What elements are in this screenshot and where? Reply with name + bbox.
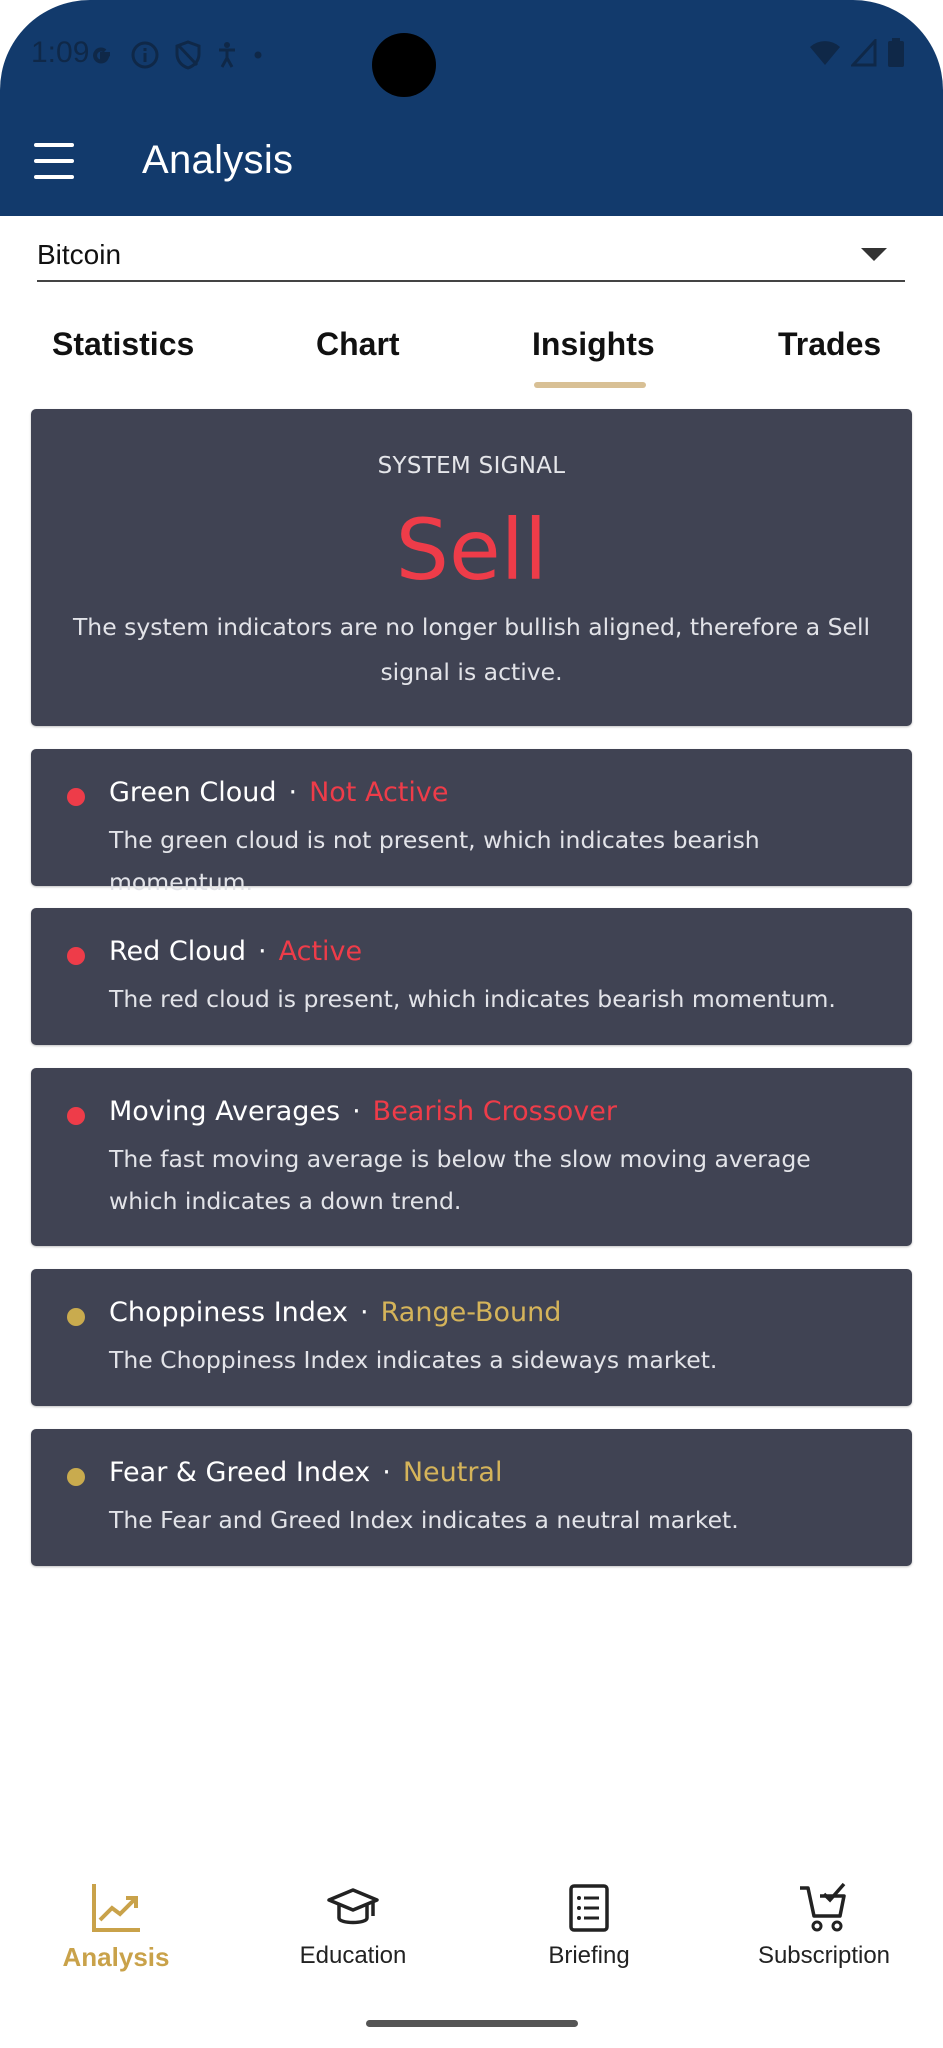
asset-dropdown-value: Bitcoin [37, 239, 122, 270]
indicator-description: The green cloud is not present, which in… [109, 826, 760, 896]
nav-label: Education [299, 1942, 407, 1969]
signal-icon [851, 39, 877, 67]
menu-line [34, 143, 74, 147]
google-icon [93, 47, 110, 64]
indicator-card-moving-averages: Moving Averages · Bearish Crossover The fa… [31, 1068, 912, 1246]
indicator-description: The fast moving average is below the slo… [109, 1145, 811, 1215]
dot-icon [254, 51, 262, 59]
indicator-card-red-cloud: Red Cloud · Active The red cloud is presen… [31, 908, 912, 1045]
bottom-navigation: Analysis Education Briefing Subscription [0, 1880, 943, 2000]
indicator-header: Green Cloud · Not Active [109, 777, 448, 808]
battery-icon [888, 38, 904, 67]
nav-label: Briefing [548, 1942, 630, 1969]
hamburger-menu-icon[interactable] [34, 143, 74, 179]
app-bar: 1:09 Analysis [0, 0, 943, 216]
indicator-status: Not Active [309, 777, 449, 808]
indicator-name: Fear & Greed Index [109, 1457, 371, 1488]
tab-bar: Statistics Chart Insights Trades [0, 316, 943, 390]
indicator-header: Fear & Greed Index · Neutral [109, 1457, 502, 1488]
menu-line [34, 159, 74, 163]
status-dot-icon [67, 947, 85, 965]
tab-trades[interactable]: Trades [778, 326, 881, 363]
indicator-status: Active [278, 936, 363, 967]
indicator-status: Neutral [402, 1457, 503, 1488]
menu-line [34, 175, 74, 179]
indicator-separator: · [288, 777, 298, 808]
indicator-header: Choppiness Index · Range-Bound [109, 1297, 561, 1328]
indicator-name: Choppiness Index [109, 1297, 349, 1328]
document-icon [569, 1884, 609, 1932]
app-screen: 1:09 Analysis Bitcoin Statistics Chart I… [0, 0, 943, 2048]
active-tab-indicator [534, 382, 646, 388]
signal-value: Sell [395, 501, 548, 599]
status-left-icons [88, 38, 264, 72]
shield-icon [175, 40, 201, 70]
tab-statistics[interactable]: Statistics [52, 326, 194, 363]
signal-label: SYSTEM SIGNAL [377, 453, 566, 479]
indicator-description: The Fear and Greed Index indicates a neu… [109, 1506, 739, 1534]
indicator-header: Red Cloud · Active [109, 936, 362, 967]
indicator-status: Bearish Crossover [372, 1096, 617, 1127]
indicator-separator: · [382, 1457, 391, 1488]
indicator-card-green-cloud: Green Cloud · Not Active The green cloud i… [31, 749, 912, 896]
nav-label: Analysis [62, 1942, 170, 1972]
nav-analysis[interactable]: Analysis [16, 1880, 216, 1973]
nav-briefing[interactable]: Briefing [489, 1880, 689, 1970]
status-right-icons [809, 38, 905, 68]
indicator-description: The red cloud is present, which indicate… [109, 985, 836, 1013]
indicator-card-choppiness-index: Choppiness Index · Range-Bound The Choppin… [31, 1269, 912, 1406]
indicator-separator: · [258, 936, 267, 967]
indicator-status: Range-Bound [380, 1297, 562, 1328]
system-signal-card: SYSTEM SIGNAL Sell The system indicators… [31, 409, 912, 726]
dropdown-arrow-icon [861, 248, 887, 261]
info-icon [131, 41, 159, 69]
asset-dropdown[interactable]: Bitcoin [37, 230, 905, 282]
indicator-separator: · [352, 1096, 361, 1127]
status-dot-icon [67, 1308, 85, 1326]
tab-insights[interactable]: Insights [532, 326, 655, 363]
tab-chart[interactable]: Chart [316, 326, 400, 363]
wifi-icon [810, 41, 840, 65]
nav-label: Subscription [757, 1942, 891, 1969]
status-time: 1:09 [31, 36, 90, 69]
status-dot-icon [67, 1107, 85, 1125]
front-camera [372, 33, 436, 97]
status-bar: 1:09 [0, 0, 943, 106]
page-title: Analysis [142, 138, 294, 182]
chart-trend-icon [92, 1884, 140, 1932]
cart-check-icon [800, 1882, 846, 1932]
indicator-name: Green Cloud [109, 777, 277, 808]
nav-education[interactable]: Education [253, 1880, 453, 1970]
indicator-header: Moving Averages · Bearish Crossover [109, 1096, 617, 1127]
indicator-name: Moving Averages [109, 1096, 341, 1127]
status-dot-icon [67, 1468, 85, 1486]
graduation-cap-icon [327, 1888, 379, 1925]
indicator-description: The Choppiness Index indicates a sideway… [109, 1346, 718, 1374]
status-dot-icon [67, 788, 85, 806]
gesture-nav-bar[interactable] [366, 2020, 578, 2027]
accessibility-icon [219, 42, 235, 68]
indicator-name: Red Cloud [109, 936, 247, 967]
nav-subscription[interactable]: Subscription [724, 1880, 924, 1970]
signal-description: The system indicators are no longer bull… [72, 613, 871, 686]
indicator-separator: · [360, 1297, 369, 1328]
indicator-card-fear-greed-index: Fear & Greed Index · Neutral The Fear and … [31, 1429, 912, 1566]
